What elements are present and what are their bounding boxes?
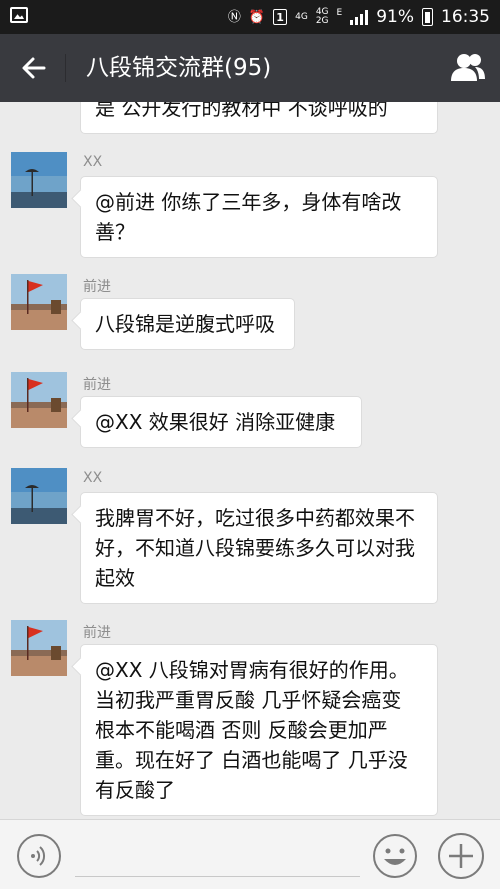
- sender-name: XX: [83, 470, 103, 486]
- network-icon: 4G: [295, 11, 308, 22]
- message-list[interactable]: 是 公开发行的教材中 不谈呼吸的 XX @前进 你练了三年多，身体有啥改善？ 前…: [0, 102, 500, 819]
- chat-header: 八段锦交流群(95): [0, 34, 500, 102]
- plus-button[interactable]: [438, 833, 484, 879]
- avatar[interactable]: [11, 468, 67, 524]
- message-bubble[interactable]: @XX 效果很好 消除亚健康: [80, 396, 362, 448]
- input-bar: [0, 819, 500, 889]
- network-dual-icon: 4G 2G: [315, 7, 329, 26]
- message-bubble[interactable]: 是 公开发行的教材中 不谈呼吸的: [80, 102, 438, 134]
- battery-icon: [422, 8, 433, 26]
- battery-percent: 91%: [376, 7, 414, 27]
- chat-title: 八段锦交流群(95): [86, 55, 272, 81]
- message-bubble[interactable]: 我脾胃不好，吃过很多中药都效果不好，不知道八段锦要练多久可以对我起效: [80, 492, 438, 604]
- signal-icon: [350, 9, 369, 25]
- message-text: @前进 你练了三年多，身体有啥改善？: [95, 190, 402, 244]
- status-bar: Ⓝ ⏰ 1 4G 4G 2G E 91% 16:35: [0, 0, 500, 34]
- avatar[interactable]: [11, 274, 67, 330]
- voice-input-button[interactable]: [17, 834, 61, 878]
- alarm-icon: ⏰: [248, 9, 266, 25]
- message-text: 是 公开发行的教材中 不谈呼吸的: [95, 102, 388, 120]
- data-type-label: E: [336, 8, 343, 18]
- message-text: 我脾胃不好，吃过很多中药都效果不好，不知道八段锦要练多久可以对我起效: [95, 506, 415, 590]
- header-divider: [65, 54, 66, 82]
- plus-icon: [449, 844, 473, 868]
- arrow-left-icon[interactable]: [18, 52, 50, 84]
- sim-icon: 1: [273, 9, 288, 25]
- status-icons: Ⓝ ⏰ 1 4G 4G 2G E 91% 16:35: [228, 0, 490, 34]
- voice-input-icon: [31, 846, 46, 866]
- group-members-icon[interactable]: [450, 51, 486, 83]
- nfc-icon: Ⓝ: [227, 9, 241, 25]
- message-input[interactable]: [75, 876, 360, 877]
- sender-name: XX: [83, 154, 103, 170]
- avatar[interactable]: [11, 372, 67, 428]
- clock: 16:35: [441, 7, 490, 27]
- avatar[interactable]: [11, 152, 67, 208]
- message-text: @XX 效果很好 消除亚健康: [95, 410, 336, 434]
- avatar[interactable]: [11, 620, 67, 676]
- message-bubble[interactable]: @XX 八段锦对胃病有很好的作用。当初我严重胃反酸 几乎怀疑会癌变 根本不能喝酒…: [80, 644, 438, 816]
- gallery-notification-icon: [10, 7, 28, 23]
- sender-name: 前进: [83, 377, 111, 393]
- message-bubble[interactable]: 八段锦是逆腹式呼吸: [80, 298, 295, 350]
- message-text: 八段锦是逆腹式呼吸: [95, 312, 275, 336]
- message-text: @XX 八段锦对胃病有很好的作用。当初我严重胃反酸 几乎怀疑会癌变 根本不能喝酒…: [95, 658, 409, 802]
- message-bubble[interactable]: @前进 你练了三年多，身体有啥改善？: [80, 176, 438, 258]
- sender-name: 前进: [83, 279, 111, 295]
- sender-name: 前进: [83, 625, 111, 641]
- emoji-icon[interactable]: [372, 833, 418, 879]
